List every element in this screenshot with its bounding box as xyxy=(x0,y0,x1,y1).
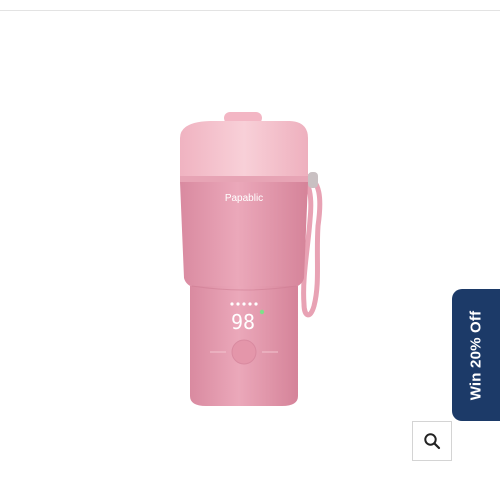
strap-clip xyxy=(308,172,318,188)
product-image: Papablic 98 xyxy=(180,112,323,406)
status-led xyxy=(259,309,265,315)
search-icon xyxy=(424,433,441,450)
zoom-button[interactable] xyxy=(412,421,452,461)
lid xyxy=(180,121,308,180)
temperature-display: 98 xyxy=(231,310,255,334)
promo-label: Win 20% Off xyxy=(467,310,485,400)
promo-tab[interactable]: Win 20% Off xyxy=(452,289,500,421)
top-divider xyxy=(0,10,500,11)
power-button xyxy=(231,339,257,365)
brand-logo: Papablic xyxy=(225,193,263,204)
